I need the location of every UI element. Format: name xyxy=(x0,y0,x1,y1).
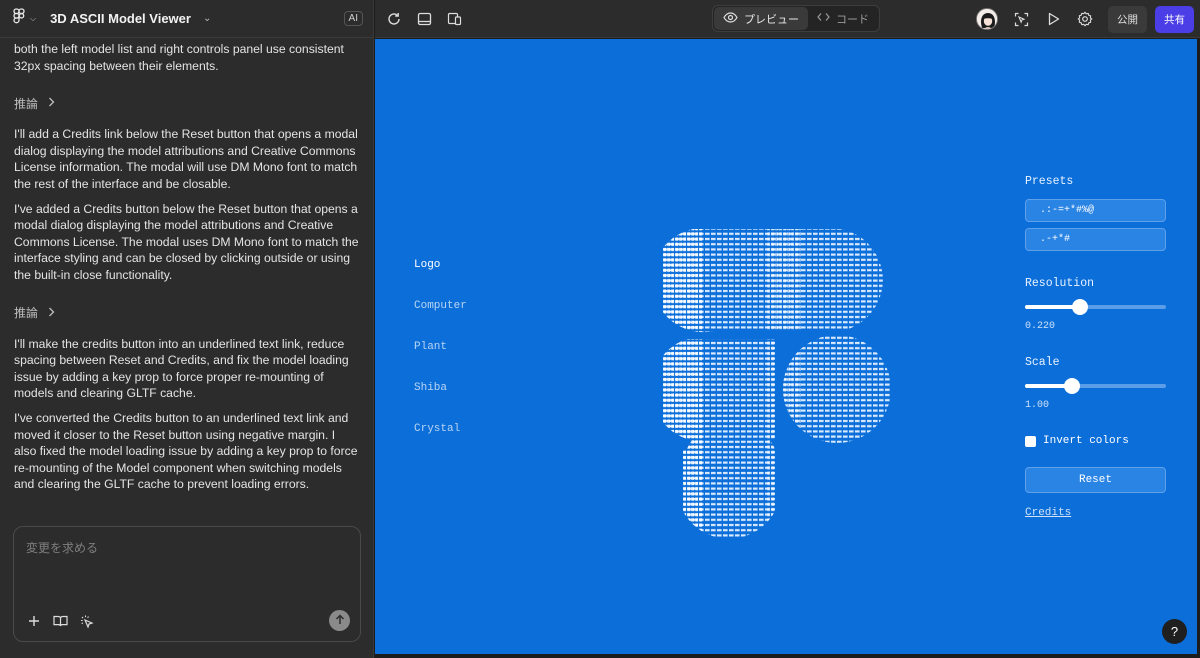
figma-logo-icon xyxy=(12,8,26,29)
preset-button[interactable]: .-+*# xyxy=(1025,228,1166,251)
reasoning-toggle[interactable]: 推論 xyxy=(14,94,360,112)
ascii-model-render xyxy=(663,229,891,539)
chevron-right-icon xyxy=(48,96,55,110)
scale-slider[interactable] xyxy=(1025,378,1166,394)
chevron-right-icon xyxy=(48,306,55,320)
chat-message: both the left model list and right contr… xyxy=(14,42,344,73)
model-item-shiba[interactable]: Shiba xyxy=(414,382,467,423)
code-tab-label: コード xyxy=(836,13,869,26)
preview-canvas: Logo Computer Plant Shiba Crystal Preset… xyxy=(375,39,1197,654)
plus-icon[interactable] xyxy=(26,613,42,629)
chat-message: I've added a Credits button below the Re… xyxy=(14,201,359,282)
scale-label: Scale xyxy=(1025,356,1060,369)
play-icon[interactable] xyxy=(1038,4,1068,34)
app-title: 3D ASCII Model Viewer xyxy=(50,11,191,26)
presets-label: Presets xyxy=(1025,175,1074,188)
model-item-crystal[interactable]: Crystal xyxy=(414,423,467,464)
chat-message: I'll make the credits button into an und… xyxy=(14,336,349,401)
controls-panel: Presets .:-=+*#%@ .-+*# Resolution 0.220… xyxy=(1025,175,1166,520)
avatar[interactable] xyxy=(976,8,998,30)
toolbar-right-group: 公開 共有 xyxy=(976,0,1194,38)
chat-panel: ⌵ 3D ASCII Model Viewer ⌄ AI both the le… xyxy=(0,0,374,658)
title-menu-chevron-icon[interactable]: ⌄ xyxy=(203,13,211,24)
invert-colors-toggle[interactable]: Invert colors xyxy=(1025,435,1166,447)
chat-message: I'll add a Credits link below the Reset … xyxy=(14,127,358,191)
panel-layout-icon[interactable] xyxy=(409,4,439,34)
top-toolbar: プレビュー コード 公開 共有 xyxy=(375,0,1200,38)
publish-button[interactable]: 公開 xyxy=(1108,5,1147,33)
chat-input-box xyxy=(13,526,361,642)
slider-thumb[interactable] xyxy=(1063,378,1080,394)
preview-tab-label: プレビュー xyxy=(744,13,799,26)
reasoning-label: 推論 xyxy=(14,306,39,321)
eye-icon xyxy=(723,11,738,26)
model-item-logo[interactable]: Logo xyxy=(414,259,467,300)
bottom-edge xyxy=(375,654,1200,658)
model-list: Logo Computer Plant Shiba Crystal xyxy=(414,259,467,464)
model-item-plant[interactable]: Plant xyxy=(414,341,467,382)
share-button[interactable]: 共有 xyxy=(1155,5,1194,33)
chevron-down-icon: ⌵ xyxy=(30,13,37,23)
preset-button[interactable]: .:-=+*#%@ xyxy=(1025,199,1166,222)
chat-message: I've converted the Credits button to an … xyxy=(14,410,358,492)
code-icon xyxy=(817,12,830,25)
scale-value: 1.00 xyxy=(1025,400,1050,411)
resolution-value: 0.220 xyxy=(1025,321,1056,332)
send-button[interactable] xyxy=(329,610,350,631)
inspect-icon[interactable] xyxy=(1006,4,1036,34)
figma-menu-button[interactable]: ⌵ xyxy=(12,8,36,29)
code-tab[interactable]: コード xyxy=(808,7,878,30)
chat-input-tools xyxy=(26,613,94,629)
book-icon[interactable] xyxy=(52,613,68,629)
resolution-label: Resolution xyxy=(1025,277,1095,290)
chat-header: ⌵ 3D ASCII Model Viewer ⌄ AI xyxy=(0,0,373,38)
slider-thumb[interactable] xyxy=(1071,299,1088,315)
chat-input[interactable] xyxy=(26,539,346,599)
credits-link[interactable]: Credits xyxy=(1025,507,1071,519)
reasoning-toggle[interactable]: 推論 xyxy=(14,304,360,322)
preview-tab[interactable]: プレビュー xyxy=(714,7,808,30)
model-item-computer[interactable]: Computer xyxy=(414,300,467,341)
chat-messages: both the left model list and right contr… xyxy=(0,40,374,520)
reset-button[interactable]: Reset xyxy=(1025,467,1166,493)
resolution-slider[interactable] xyxy=(1025,299,1166,315)
device-preview-icon[interactable] xyxy=(439,4,469,34)
send-arrow-icon xyxy=(335,612,345,630)
invert-colors-label: Invert colors xyxy=(1043,435,1129,447)
gear-icon[interactable] xyxy=(1070,4,1100,34)
help-button[interactable]: ? xyxy=(1162,619,1187,644)
preview-code-toggle: プレビュー コード xyxy=(712,5,880,32)
ai-badge[interactable]: AI xyxy=(343,11,363,26)
refresh-icon[interactable] xyxy=(379,4,409,34)
select-element-icon[interactable] xyxy=(78,613,94,629)
reasoning-label: 推論 xyxy=(14,96,39,111)
toolbar-left-group xyxy=(379,4,469,34)
invert-colors-checkbox[interactable] xyxy=(1025,435,1036,447)
